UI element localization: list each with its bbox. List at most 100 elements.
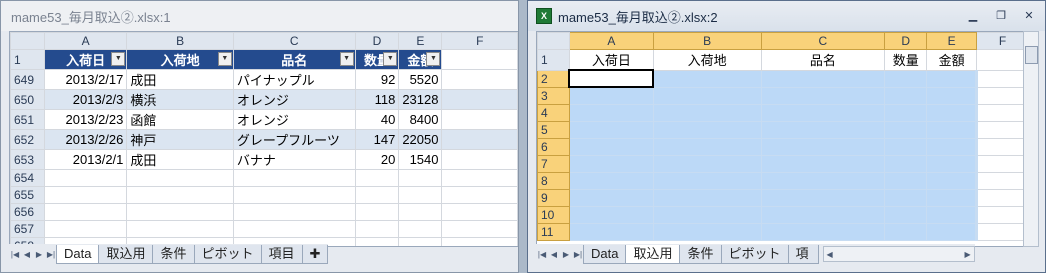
table-header-cell[interactable]: 金額 ▼ — [398, 49, 443, 70]
cell[interactable]: 23128 — [398, 89, 443, 110]
cell[interactable] — [568, 137, 654, 156]
filter-dropdown-icon[interactable]: ▼ — [217, 52, 232, 66]
row-header[interactable]: 1 — [10, 49, 45, 70]
cell[interactable] — [976, 222, 1029, 241]
cell[interactable] — [568, 103, 654, 122]
cell[interactable] — [441, 203, 518, 221]
close-icon[interactable]: ✕ — [1019, 7, 1039, 23]
next-sheet-icon[interactable]: ▶ — [33, 247, 45, 261]
column-header[interactable]: B — [652, 32, 762, 50]
cell[interactable] — [976, 188, 1029, 207]
cell[interactable] — [568, 154, 654, 173]
cell[interactable] — [760, 137, 886, 156]
header-cell[interactable]: 入荷日 — [568, 49, 654, 71]
sheet-tab-data[interactable]: Data — [56, 244, 100, 264]
cell[interactable]: 5520 — [398, 69, 443, 90]
excel-file-icon[interactable]: X — [536, 8, 552, 24]
window-2-sheet-grid[interactable]: A B C D E F 1 入荷日 入荷地 品名 数量 金額 234567891… — [536, 31, 1030, 247]
cell[interactable] — [568, 171, 654, 190]
row-header[interactable]: 4 — [537, 103, 570, 122]
cell[interactable] — [760, 188, 886, 207]
cell[interactable] — [926, 188, 979, 207]
cell[interactable] — [652, 154, 762, 173]
column-header[interactable]: E — [398, 32, 443, 50]
cell[interactable] — [398, 220, 443, 238]
cell[interactable]: 横浜 — [126, 89, 234, 110]
cell[interactable] — [354, 203, 400, 221]
cell[interactable] — [126, 203, 234, 221]
scroll-thumb[interactable] — [1025, 46, 1038, 64]
cell[interactable] — [976, 49, 1029, 71]
cell[interactable] — [976, 120, 1029, 139]
cell[interactable] — [398, 169, 443, 187]
first-sheet-icon[interactable]: |◀ — [536, 247, 548, 261]
row-header[interactable]: 654 — [10, 169, 45, 187]
cell[interactable] — [652, 137, 762, 156]
filter-dropdown-icon[interactable]: ▼ — [111, 52, 126, 66]
cell[interactable] — [232, 186, 356, 204]
cell[interactable] — [232, 203, 356, 221]
row-header[interactable]: 6 — [537, 137, 570, 156]
cell[interactable] — [441, 129, 518, 150]
row-header[interactable]: 2 — [537, 69, 570, 88]
sheet-tab-pivot[interactable]: ピボット — [720, 244, 789, 264]
column-header[interactable]: C — [760, 32, 886, 50]
cell[interactable] — [926, 86, 979, 105]
row-header[interactable]: 653 — [10, 149, 45, 170]
cell[interactable] — [568, 205, 654, 224]
row-header[interactable]: 1 — [537, 49, 570, 71]
scroll-right-icon[interactable]: ▶ — [962, 247, 974, 261]
sheet-tab-data[interactable]: Data — [583, 244, 627, 264]
cell[interactable] — [398, 186, 443, 204]
horizontal-scrollbar[interactable]: ◀ ▶ — [822, 246, 975, 262]
cell[interactable] — [441, 220, 518, 238]
cell[interactable] — [652, 103, 762, 122]
cell[interactable] — [884, 205, 928, 224]
cell[interactable] — [760, 171, 886, 190]
cell[interactable] — [926, 69, 979, 88]
cell[interactable] — [232, 220, 356, 238]
cell[interactable] — [976, 171, 1029, 190]
cell[interactable] — [441, 69, 518, 90]
window-1-cell-grid[interactable]: A B C D E F 1 入荷日 ▼ 入荷地 ▼ 品名 ▼ 数量 ▼ 金額 ▼ 649 2… — [10, 32, 518, 246]
filter-dropdown-icon[interactable]: ▼ — [426, 52, 441, 66]
cell[interactable]: 2013/2/26 — [43, 129, 128, 150]
workbook-window-1[interactable]: mame53_毎月取込②.xlsx:1 A B C D E F 1 入荷日 ▼ 入… — [0, 0, 519, 273]
cell[interactable] — [976, 86, 1029, 105]
cell[interactable] — [441, 186, 518, 204]
select-all-corner[interactable] — [10, 32, 45, 50]
cell[interactable]: 147 — [354, 129, 400, 150]
row-header[interactable]: 657 — [10, 220, 45, 238]
cell[interactable] — [976, 205, 1029, 224]
column-header[interactable]: E — [926, 32, 978, 50]
table-header-cell[interactable]: 品名 ▼ — [232, 49, 356, 70]
cell[interactable] — [43, 186, 128, 204]
prev-sheet-icon[interactable]: ◀ — [21, 247, 33, 261]
cell[interactable]: バナナ — [232, 149, 356, 170]
cell[interactable] — [354, 220, 400, 238]
cell[interactable]: 2013/2/23 — [43, 109, 128, 130]
minimize-icon[interactable]: ▁ — [963, 7, 983, 23]
cell[interactable]: 神戸 — [126, 129, 234, 150]
cell[interactable] — [760, 205, 886, 224]
header-cell[interactable]: 数量 — [884, 49, 928, 71]
column-header[interactable]: A — [43, 32, 128, 50]
cell[interactable] — [398, 237, 443, 246]
cell[interactable] — [354, 169, 400, 187]
cell[interactable] — [976, 103, 1029, 122]
cell[interactable]: 40 — [354, 109, 400, 130]
cell[interactable] — [884, 86, 928, 105]
cell[interactable] — [354, 186, 400, 204]
cell[interactable] — [976, 137, 1029, 156]
cell[interactable] — [884, 188, 928, 207]
column-header[interactable]: D — [354, 32, 400, 50]
filter-dropdown-icon[interactable]: ▼ — [383, 52, 398, 66]
cell[interactable] — [568, 222, 654, 241]
cell[interactable] — [398, 203, 443, 221]
cell[interactable] — [441, 89, 518, 110]
cell[interactable] — [652, 69, 762, 88]
cell[interactable] — [126, 186, 234, 204]
cell[interactable] — [126, 220, 234, 238]
column-header[interactable]: D — [884, 32, 928, 50]
cell[interactable]: 20 — [354, 149, 400, 170]
